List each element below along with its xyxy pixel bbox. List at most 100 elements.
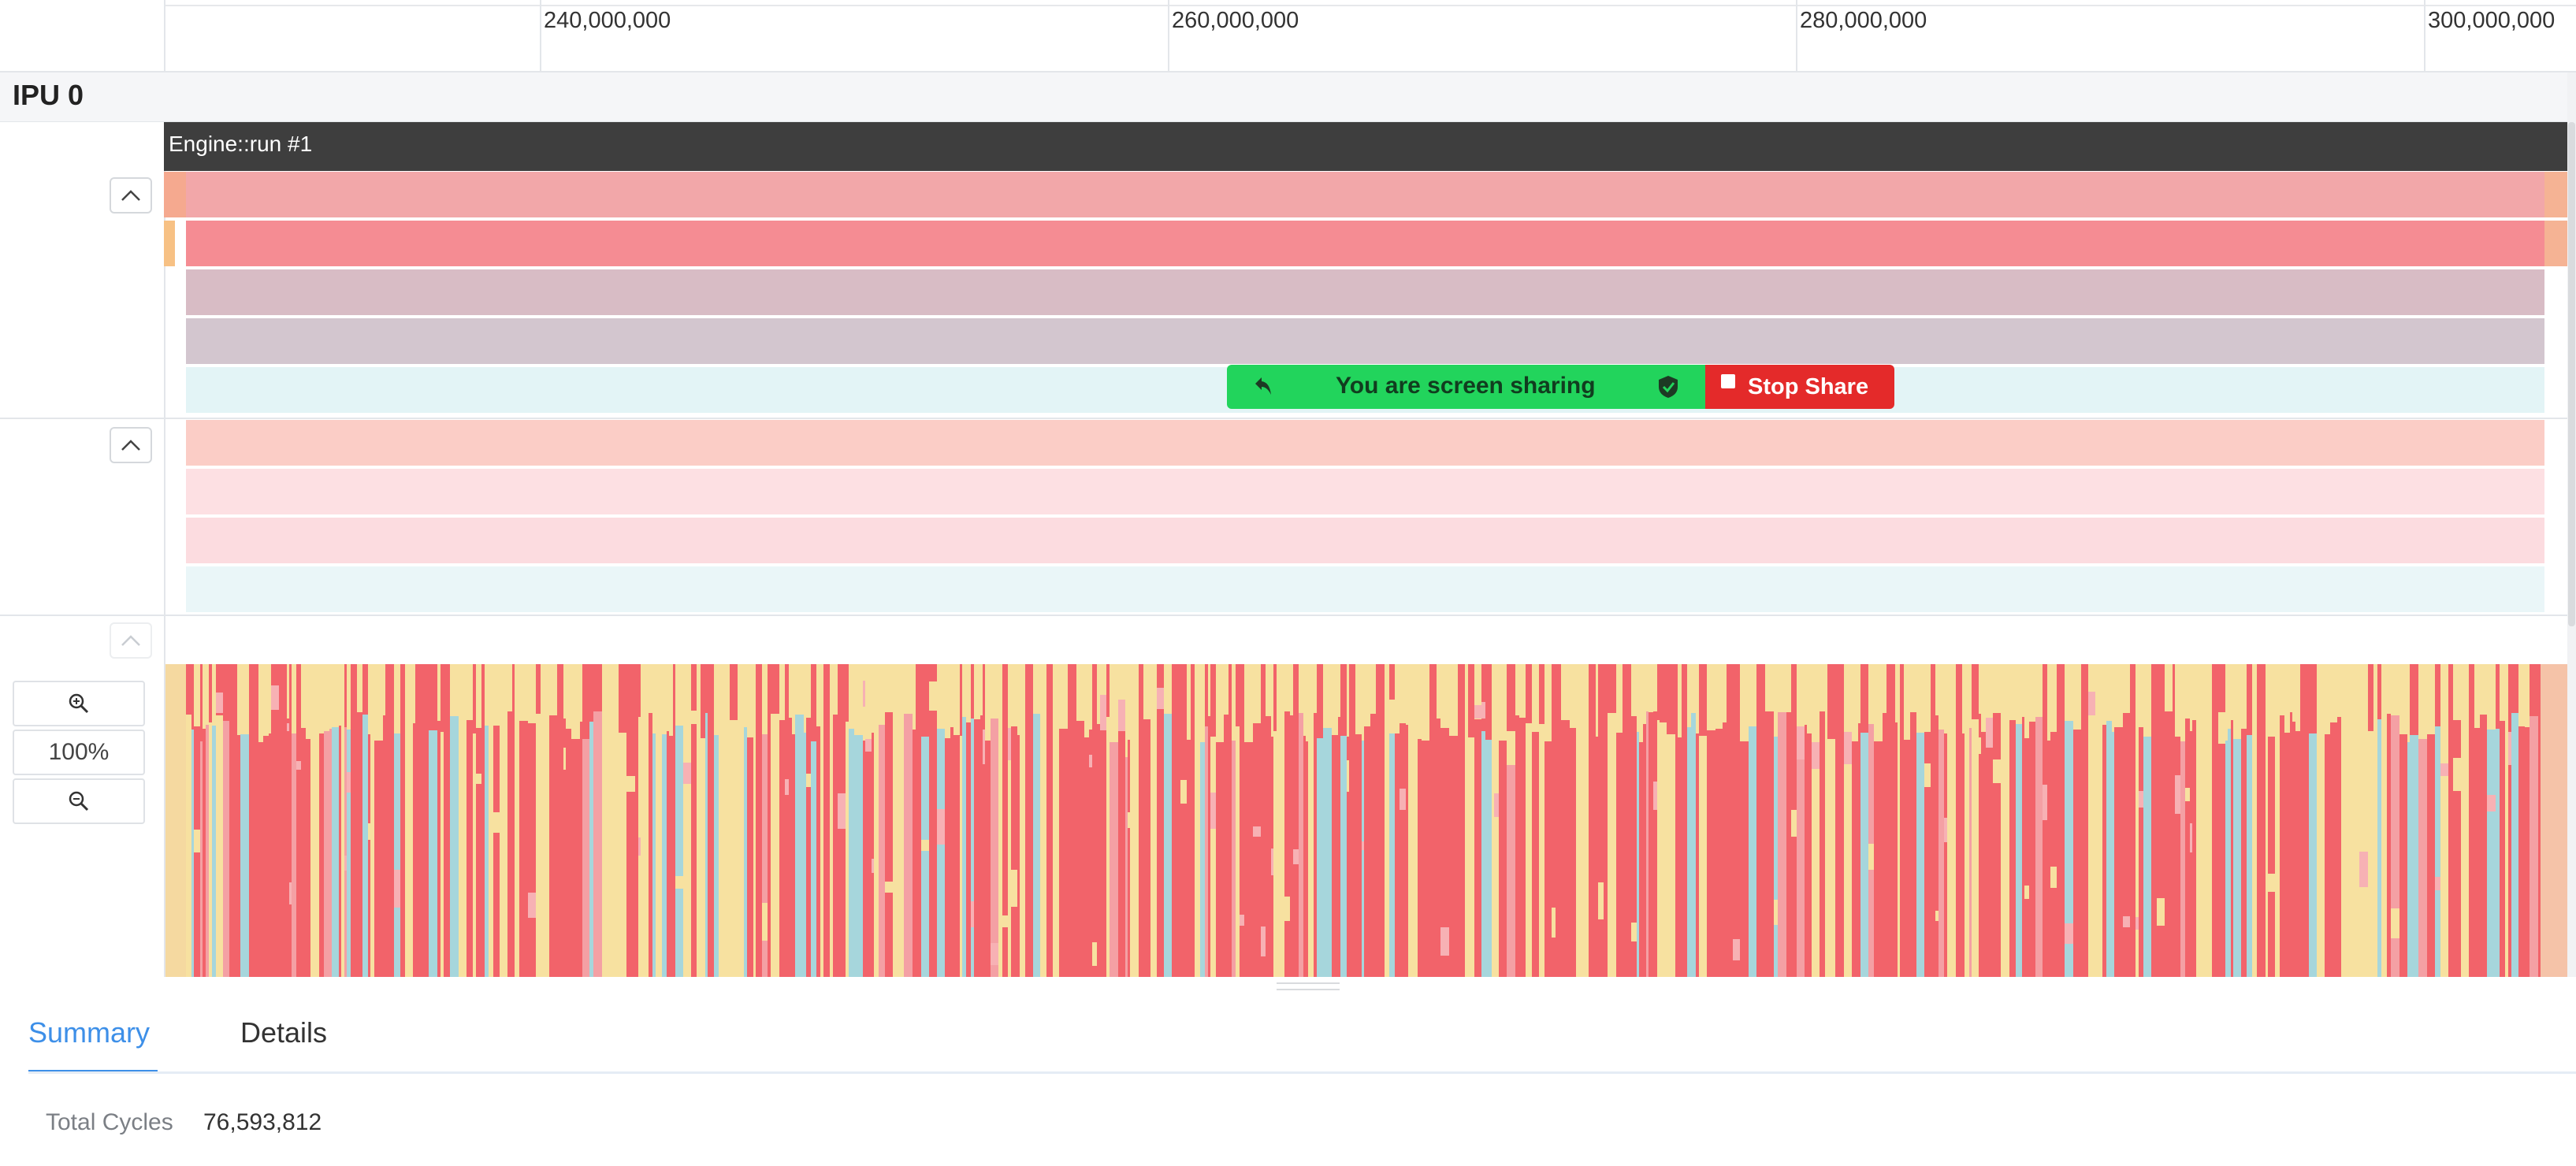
heatmap-column-top [2151, 664, 2157, 716]
heatmap-column-top [512, 664, 515, 725]
collapse-group-2-button[interactable] [110, 427, 152, 463]
heatmap-column [203, 729, 206, 977]
heatmap-column-top [1261, 664, 1266, 715]
tab-details[interactable]: Details [240, 1016, 327, 1049]
heatmap-fragment [675, 876, 683, 889]
heatmap-column [269, 733, 271, 977]
heatmap-column [339, 726, 341, 977]
heatmap-fragment [1519, 689, 1526, 714]
heatmap-fragment [344, 856, 347, 871]
collapse-group-1-button[interactable] [110, 177, 152, 214]
heatmap-fragment [1481, 702, 1485, 719]
ruler-tick [1796, 0, 1797, 71]
scrollbar-thumb[interactable] [2568, 122, 2575, 626]
heatmap-column [1552, 715, 1556, 977]
heatmap-column [2081, 738, 2088, 977]
heatmap-column-top [1224, 664, 1229, 715]
heatmap-fragment [2136, 917, 2139, 930]
heatmap-column [1507, 733, 1515, 977]
heatmap-column [344, 727, 347, 977]
tab-summary[interactable]: Summary [28, 1016, 150, 1049]
heatmap-column [1657, 720, 1660, 977]
heatmap-column [186, 715, 191, 977]
heatmap-column [1020, 736, 1025, 977]
panel-resize-handle[interactable] [1277, 982, 1340, 990]
trace-track-1[interactable] [186, 172, 2544, 217]
collapse-group-3-button[interactable] [110, 622, 152, 659]
heatmap-column-top [2300, 664, 2306, 736]
heatmap-column-top [619, 664, 626, 733]
heatmap-column [2257, 734, 2266, 977]
trace-track-7[interactable] [186, 469, 2544, 514]
trace-track-6[interactable] [186, 420, 2544, 466]
heatmap-column [2427, 734, 2435, 977]
heatmap-column [953, 735, 960, 977]
trace-track-4[interactable] [186, 318, 2544, 364]
heatmap-column [962, 717, 966, 977]
trace-track-9[interactable] [186, 566, 2544, 612]
heatmap-column-top [1244, 664, 1253, 742]
heatmap-column-top [332, 664, 339, 727]
heatmap-column-top [541, 664, 549, 719]
heatmap-fragment [1400, 789, 1406, 810]
heatmap-column-top [1308, 664, 1314, 741]
heatmap-column [2024, 738, 2029, 977]
heatmap-column [714, 735, 719, 977]
heatmap-column-top [1598, 664, 1604, 727]
heatmap-column [966, 722, 971, 977]
trace-track-3[interactable] [186, 269, 2544, 315]
heatmap-column [1389, 726, 1395, 977]
time-ruler[interactable]: 240,000,000 260,000,000 280,000,000 300,… [0, 0, 2576, 72]
heatmap-column [885, 712, 893, 977]
heatmap-column-top [811, 664, 816, 741]
stop-share-label: Stop Share [1748, 373, 1869, 399]
heatmap-column [1284, 711, 1290, 977]
heatmap-column [2180, 741, 2185, 977]
heatmap-fragment [536, 819, 541, 834]
heatmap-column [2368, 731, 2373, 977]
heatmap-column-top [249, 664, 251, 722]
engine-run-bar[interactable] [164, 122, 2567, 171]
heatmap-column [582, 739, 589, 977]
heatmap-column [2143, 737, 2151, 977]
heatmap-column [405, 728, 413, 977]
heatmap-column [1195, 719, 1200, 977]
stop-square-icon [1721, 374, 1735, 388]
heatmap-column [1931, 736, 1935, 977]
stop-share-button[interactable]: Stop Share [1705, 365, 1894, 409]
heatmap-column-top [1956, 664, 1962, 733]
heatmap-column-top [602, 664, 611, 718]
heatmap-column [960, 736, 962, 977]
heatmap-column-top [549, 664, 557, 715]
heatmap-column [2106, 721, 2112, 977]
heatmap-column [1240, 719, 1244, 977]
tile-activity-heatmap[interactable] [165, 664, 2569, 977]
heatmap-column [2309, 733, 2317, 977]
heatmap-column [385, 722, 394, 977]
heatmap-fragment [2440, 763, 2448, 776]
heatmap-fragment [872, 859, 874, 873]
heatmap-fragment [929, 681, 937, 711]
heatmap-column [913, 730, 916, 977]
heatmap-column [669, 736, 673, 977]
heatmap-column [785, 733, 789, 977]
trace-track-2[interactable] [186, 221, 2544, 266]
zoom-out-button[interactable] [13, 778, 145, 824]
zoom-in-button[interactable] [13, 681, 145, 726]
heatmap-column-top [489, 664, 493, 726]
heatmap-column-top [789, 664, 792, 718]
heatmap-column [1362, 741, 1364, 977]
heatmap-column [730, 720, 738, 977]
heatmap-column [1408, 738, 1412, 977]
heatmap-column [2047, 741, 2050, 977]
heatmap-column-top [673, 664, 675, 736]
heatmap-column [806, 718, 811, 977]
heatmap-column-top [200, 664, 203, 741]
heatmap-column-top [557, 664, 563, 711]
heatmap-column-top [785, 664, 789, 733]
trace-track-8[interactable] [186, 518, 2544, 563]
heatmap-column [874, 740, 879, 977]
heatmap-fragment [1844, 732, 1852, 764]
heatmap-fragment [1362, 841, 1364, 850]
heatmap-column [2218, 712, 2225, 977]
